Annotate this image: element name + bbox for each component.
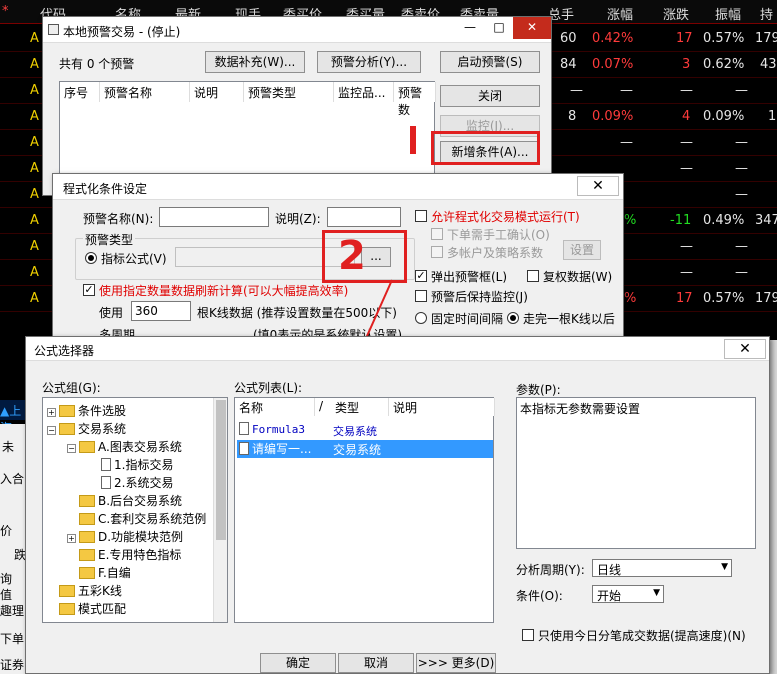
data-fill-button[interactable]: 数据补充(W)... (205, 51, 305, 73)
dialog-title: 程式化条件设定 (63, 182, 148, 196)
fixed-interval-radio[interactable] (415, 312, 427, 324)
after-kline-radio[interactable] (507, 312, 519, 324)
settings-button: 设置 (563, 240, 601, 260)
col-header[interactable]: 涨跌 (663, 4, 689, 23)
tree-node[interactable]: − A.图表交易系统 (67, 438, 182, 455)
popup-warning-checkbox[interactable]: ✓ (415, 270, 427, 282)
tick-only-checkbox[interactable] (522, 629, 534, 641)
close-icon[interactable]: ✕ (724, 339, 766, 359)
tree-node[interactable]: 2.系统交易 (101, 474, 173, 491)
multi-account-checkbox (431, 246, 443, 258)
formula-group-tree[interactable]: + 条件选股 − 交易系统 − A.图表交易系统 1.指标交易 2.系统交易 B.后台… (42, 397, 228, 623)
maximize-icon[interactable]: □ (485, 17, 513, 39)
ok-button[interactable]: 确定 (260, 653, 336, 673)
reuse-data-checkbox[interactable] (527, 270, 539, 282)
col-header[interactable]: 监控品... (334, 82, 394, 102)
warning-name-input[interactable] (159, 207, 269, 227)
step1-annotation (410, 126, 416, 154)
folder-icon (79, 495, 95, 507)
list-item[interactable]: Formula3 交易系统 (237, 422, 493, 440)
folder-icon (59, 585, 75, 597)
tree-scrollbar[interactable] (213, 398, 227, 622)
warning-analysis-button[interactable]: 预警分析(Y)... (317, 51, 421, 73)
col-header[interactable]: 预警名称 (100, 82, 190, 102)
col-header[interactable]: 类型 (331, 398, 389, 416)
folder-icon (59, 405, 75, 417)
local-warning-window: 本地预警交易 - (停止) — □ ✕ 共有 0 个预警 数据补充(W)... … (42, 16, 552, 196)
tree-node[interactable]: + 条件选股 (47, 402, 126, 419)
title-bar: 本地预警交易 - (停止) — □ ✕ (43, 17, 551, 43)
indicator-formula-radio[interactable] (85, 252, 97, 264)
folder-icon (79, 513, 95, 525)
col-header[interactable]: 预警类型 (244, 82, 334, 102)
formula-selector-dialog: 公式选择器 ✕ 公式组(G): 公式列表(L): 参数(P): + 条件选股 − 交… (25, 336, 770, 674)
folder-icon (79, 441, 95, 453)
window-title: 本地预警交易 - (停止) (63, 25, 181, 39)
page-icon (101, 458, 111, 471)
cancel-button[interactable]: 取消 (338, 653, 414, 673)
tree-node[interactable]: E.专用特色指标 (79, 546, 181, 563)
parameter-box: 本指标无参数需要设置 (516, 397, 756, 549)
minimize-icon[interactable]: — (455, 17, 485, 39)
col-header[interactable]: 振幅 (715, 4, 741, 23)
warning-count: 共有 0 个预警 (59, 57, 135, 71)
keep-monitor-checkbox[interactable] (415, 290, 427, 302)
col-header[interactable]: 序号 (60, 82, 100, 102)
formula-list[interactable]: 名称 / 类型 说明 Formula3 交易系统 请编写一... 交易系统 (234, 397, 495, 623)
col-header[interactable]: 涨幅 (607, 4, 633, 23)
allow-trade-checkbox[interactable] (415, 210, 427, 222)
tree-node[interactable]: F.自编 (79, 564, 131, 581)
folder-icon (79, 567, 95, 579)
tree-node[interactable]: − 交易系统 (47, 420, 126, 437)
page-icon (239, 442, 249, 455)
start-warning-button[interactable]: 启动预警(S) (440, 51, 540, 73)
col-header[interactable]: 说明 (190, 82, 244, 102)
col-header[interactable]: 名称 (235, 398, 315, 416)
use-count-checkbox[interactable]: ✓ (83, 284, 95, 296)
list-item-selected[interactable]: 请编写一... 交易系统 (237, 440, 493, 458)
close-icon[interactable]: ✕ (513, 17, 551, 39)
col-header[interactable]: 说明 (389, 398, 495, 416)
folder-icon (59, 603, 75, 615)
close-icon[interactable]: ✕ (577, 176, 619, 196)
highlight-box-step1 (431, 131, 540, 165)
tree-node[interactable]: + D.功能模块范例 (67, 528, 183, 545)
step2-annotation: 2 (338, 233, 366, 279)
dialog-title: 公式选择器 (34, 344, 95, 358)
condition-select[interactable]: 开始 (592, 585, 664, 603)
folder-icon (59, 423, 75, 435)
col-header[interactable]: 持 (760, 4, 773, 23)
tree-node[interactable]: 1.指标交易 (101, 456, 173, 473)
col-header[interactable]: 预警数 (394, 82, 436, 117)
title-bar: 程式化条件设定 ✕ (53, 174, 623, 200)
close-button[interactable]: 关闭 (440, 85, 540, 107)
scroll-thumb[interactable] (216, 400, 226, 540)
kline-count-input[interactable]: 360 (131, 301, 191, 321)
manual-confirm-checkbox (431, 228, 443, 240)
tree-node[interactable]: C.套利交易系统范例 (79, 510, 206, 527)
period-select[interactable]: 日线 (592, 559, 732, 577)
tree-node[interactable]: 五彩K线 (59, 582, 122, 599)
more-button[interactable]: >>> 更多(D) (416, 653, 496, 673)
tree-node[interactable]: B.后台交易系统 (79, 492, 182, 509)
page-icon (239, 422, 249, 435)
title-bar: 公式选择器 ✕ (26, 337, 769, 361)
page-icon (101, 476, 111, 489)
tree-node[interactable]: 模式匹配 (59, 600, 126, 617)
folder-icon (79, 531, 95, 543)
app-icon (48, 24, 59, 35)
description-input[interactable] (327, 207, 401, 227)
folder-icon (79, 549, 95, 561)
